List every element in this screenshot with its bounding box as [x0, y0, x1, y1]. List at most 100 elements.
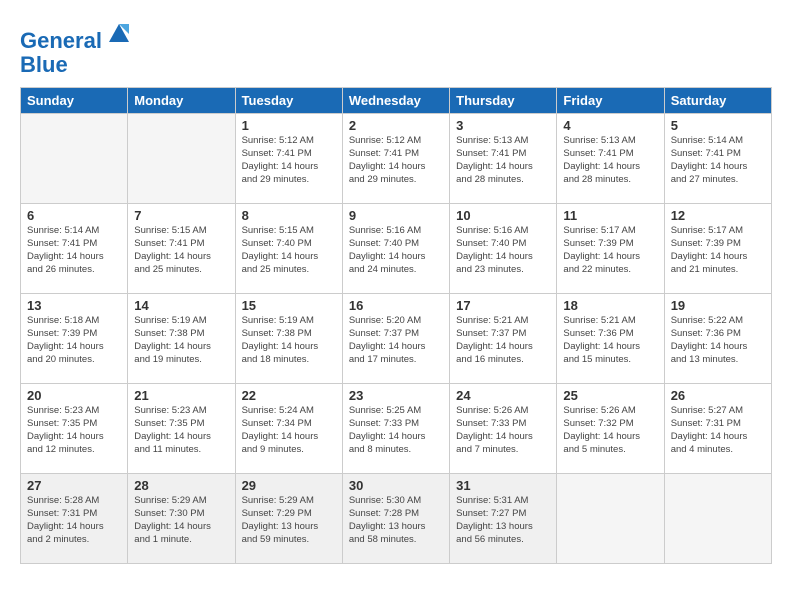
- calendar-cell: 31 Sunrise: 5:31 AMSunset: 7:27 PMDayligh…: [450, 474, 557, 564]
- day-number: 3: [456, 118, 550, 133]
- day-info: Sunrise: 5:19 AMSunset: 7:38 PMDaylight:…: [134, 315, 228, 366]
- logo-general: General: [20, 28, 102, 53]
- day-info: Sunrise: 5:25 AMSunset: 7:33 PMDaylight:…: [349, 405, 443, 456]
- calendar-cell: 7 Sunrise: 5:15 AMSunset: 7:41 PMDaylight…: [128, 204, 235, 294]
- day-info: Sunrise: 5:27 AMSunset: 7:31 PMDaylight:…: [671, 405, 765, 456]
- day-number: 10: [456, 208, 550, 223]
- calendar-table: SundayMondayTuesdayWednesdayThursdayFrid…: [20, 87, 772, 564]
- calendar-week-4: 27 Sunrise: 5:28 AMSunset: 7:31 PMDayligh…: [21, 474, 772, 564]
- day-number: 27: [27, 478, 121, 493]
- day-number: 11: [563, 208, 657, 223]
- calendar-cell: [557, 474, 664, 564]
- day-number: 4: [563, 118, 657, 133]
- calendar-cell: 24Sunrise: 5:26 AMSunset: 7:33 PMDayligh…: [450, 384, 557, 474]
- day-info: Sunrise: 5:24 AMSunset: 7:34 PMDaylight:…: [242, 405, 336, 456]
- calendar-cell: 4 Sunrise: 5:13 AMSunset: 7:41 PMDaylight…: [557, 114, 664, 204]
- day-number: 25: [563, 388, 657, 403]
- logo-blue: Blue: [20, 52, 68, 77]
- calendar-cell: 30Sunrise: 5:30 AMSunset: 7:28 PMDayligh…: [342, 474, 449, 564]
- day-number: 31: [456, 478, 550, 493]
- calendar-cell: 20 Sunrise: 5:23 AMSunset: 7:35 PMDayligh…: [21, 384, 128, 474]
- calendar-week-0: 1 Sunrise: 5:12 AMSunset: 7:41 PMDaylight…: [21, 114, 772, 204]
- calendar-cell: 13 Sunrise: 5:18 AMSunset: 7:39 PMDayligh…: [21, 294, 128, 384]
- calendar-cell: 2 Sunrise: 5:12 AMSunset: 7:41 PMDaylight…: [342, 114, 449, 204]
- calendar-cell: 15 Sunrise: 5:19 AMSunset: 7:38 PMDayligh…: [235, 294, 342, 384]
- day-info: Sunrise: 5:30 AMSunset: 7:28 PMDaylight:…: [349, 495, 443, 546]
- weekday-wednesday: Wednesday: [342, 88, 449, 114]
- day-number: 16: [349, 298, 443, 313]
- day-number: 19: [671, 298, 765, 313]
- day-info: Sunrise: 5:29 AMSunset: 7:29 PMDaylight:…: [242, 495, 336, 546]
- calendar-cell: 11 Sunrise: 5:17 AMSunset: 7:39 PMDayligh…: [557, 204, 664, 294]
- day-info: Sunrise: 5:19 AMSunset: 7:38 PMDaylight:…: [242, 315, 336, 366]
- day-info: Sunrise: 5:13 AMSunset: 7:41 PMDaylight:…: [456, 135, 550, 186]
- day-number: 20: [27, 388, 121, 403]
- calendar-cell: 9 Sunrise: 5:16 AMSunset: 7:40 PMDaylight…: [342, 204, 449, 294]
- calendar-cell: 6 Sunrise: 5:14 AMSunset: 7:41 PMDaylight…: [21, 204, 128, 294]
- logo: General Blue: [20, 20, 133, 77]
- calendar-cell: 12 Sunrise: 5:17 AMSunset: 7:39 PMDayligh…: [664, 204, 771, 294]
- calendar-cell: 27 Sunrise: 5:28 AMSunset: 7:31 PMDayligh…: [21, 474, 128, 564]
- day-number: 8: [242, 208, 336, 223]
- calendar-cell: 22 Sunrise: 5:24 AMSunset: 7:34 PMDayligh…: [235, 384, 342, 474]
- calendar-cell: [21, 114, 128, 204]
- calendar-cell: 5 Sunrise: 5:14 AMSunset: 7:41 PMDaylight…: [664, 114, 771, 204]
- day-info: Sunrise: 5:15 AMSunset: 7:41 PMDaylight:…: [134, 225, 228, 276]
- day-info: Sunrise: 5:18 AMSunset: 7:39 PMDaylight:…: [27, 315, 121, 366]
- day-info: Sunrise: 5:22 AMSunset: 7:36 PMDaylight:…: [671, 315, 765, 366]
- weekday-sunday: Sunday: [21, 88, 128, 114]
- calendar-cell: 26Sunrise: 5:27 AMSunset: 7:31 PMDayligh…: [664, 384, 771, 474]
- calendar-cell: 23Sunrise: 5:25 AMSunset: 7:33 PMDayligh…: [342, 384, 449, 474]
- day-number: 7: [134, 208, 228, 223]
- day-info: Sunrise: 5:29 AMSunset: 7:30 PMDaylight:…: [134, 495, 228, 546]
- calendar-cell: 29Sunrise: 5:29 AMSunset: 7:29 PMDayligh…: [235, 474, 342, 564]
- day-number: 15: [242, 298, 336, 313]
- calendar-cell: [128, 114, 235, 204]
- day-info: Sunrise: 5:28 AMSunset: 7:31 PMDaylight:…: [27, 495, 121, 546]
- day-info: Sunrise: 5:20 AMSunset: 7:37 PMDaylight:…: [349, 315, 443, 366]
- calendar-cell: 28Sunrise: 5:29 AMSunset: 7:30 PMDayligh…: [128, 474, 235, 564]
- day-info: Sunrise: 5:16 AMSunset: 7:40 PMDaylight:…: [349, 225, 443, 276]
- day-info: Sunrise: 5:17 AMSunset: 7:39 PMDaylight:…: [563, 225, 657, 276]
- weekday-header-row: SundayMondayTuesdayWednesdayThursdayFrid…: [21, 88, 772, 114]
- day-number: 17: [456, 298, 550, 313]
- day-number: 18: [563, 298, 657, 313]
- weekday-thursday: Thursday: [450, 88, 557, 114]
- day-info: Sunrise: 5:23 AMSunset: 7:35 PMDaylight:…: [27, 405, 121, 456]
- calendar-cell: [664, 474, 771, 564]
- weekday-tuesday: Tuesday: [235, 88, 342, 114]
- day-number: 21: [134, 388, 228, 403]
- weekday-monday: Monday: [128, 88, 235, 114]
- day-number: 13: [27, 298, 121, 313]
- day-info: Sunrise: 5:21 AMSunset: 7:37 PMDaylight:…: [456, 315, 550, 366]
- logo-icon: [105, 20, 133, 48]
- day-info: Sunrise: 5:14 AMSunset: 7:41 PMDaylight:…: [671, 135, 765, 186]
- day-number: 9: [349, 208, 443, 223]
- day-info: Sunrise: 5:13 AMSunset: 7:41 PMDaylight:…: [563, 135, 657, 186]
- day-number: 22: [242, 388, 336, 403]
- weekday-friday: Friday: [557, 88, 664, 114]
- day-info: Sunrise: 5:17 AMSunset: 7:39 PMDaylight:…: [671, 225, 765, 276]
- calendar-cell: 21 Sunrise: 5:23 AMSunset: 7:35 PMDayligh…: [128, 384, 235, 474]
- calendar-cell: 10Sunrise: 5:16 AMSunset: 7:40 PMDayligh…: [450, 204, 557, 294]
- day-number: 6: [27, 208, 121, 223]
- day-info: Sunrise: 5:31 AMSunset: 7:27 PMDaylight:…: [456, 495, 550, 546]
- day-number: 14: [134, 298, 228, 313]
- day-info: Sunrise: 5:26 AMSunset: 7:33 PMDaylight:…: [456, 405, 550, 456]
- calendar-week-3: 20 Sunrise: 5:23 AMSunset: 7:35 PMDayligh…: [21, 384, 772, 474]
- calendar-body: 1 Sunrise: 5:12 AMSunset: 7:41 PMDaylight…: [21, 114, 772, 564]
- day-info: Sunrise: 5:12 AMSunset: 7:41 PMDaylight:…: [242, 135, 336, 186]
- day-info: Sunrise: 5:12 AMSunset: 7:41 PMDaylight:…: [349, 135, 443, 186]
- day-info: Sunrise: 5:21 AMSunset: 7:36 PMDaylight:…: [563, 315, 657, 366]
- day-number: 1: [242, 118, 336, 133]
- calendar-cell: 1 Sunrise: 5:12 AMSunset: 7:41 PMDaylight…: [235, 114, 342, 204]
- day-info: Sunrise: 5:26 AMSunset: 7:32 PMDaylight:…: [563, 405, 657, 456]
- day-info: Sunrise: 5:14 AMSunset: 7:41 PMDaylight:…: [27, 225, 121, 276]
- day-number: 5: [671, 118, 765, 133]
- calendar-cell: 3 Sunrise: 5:13 AMSunset: 7:41 PMDaylight…: [450, 114, 557, 204]
- day-number: 12: [671, 208, 765, 223]
- day-info: Sunrise: 5:23 AMSunset: 7:35 PMDaylight:…: [134, 405, 228, 456]
- weekday-saturday: Saturday: [664, 88, 771, 114]
- day-number: 2: [349, 118, 443, 133]
- calendar-cell: 19 Sunrise: 5:22 AMSunset: 7:36 PMDayligh…: [664, 294, 771, 384]
